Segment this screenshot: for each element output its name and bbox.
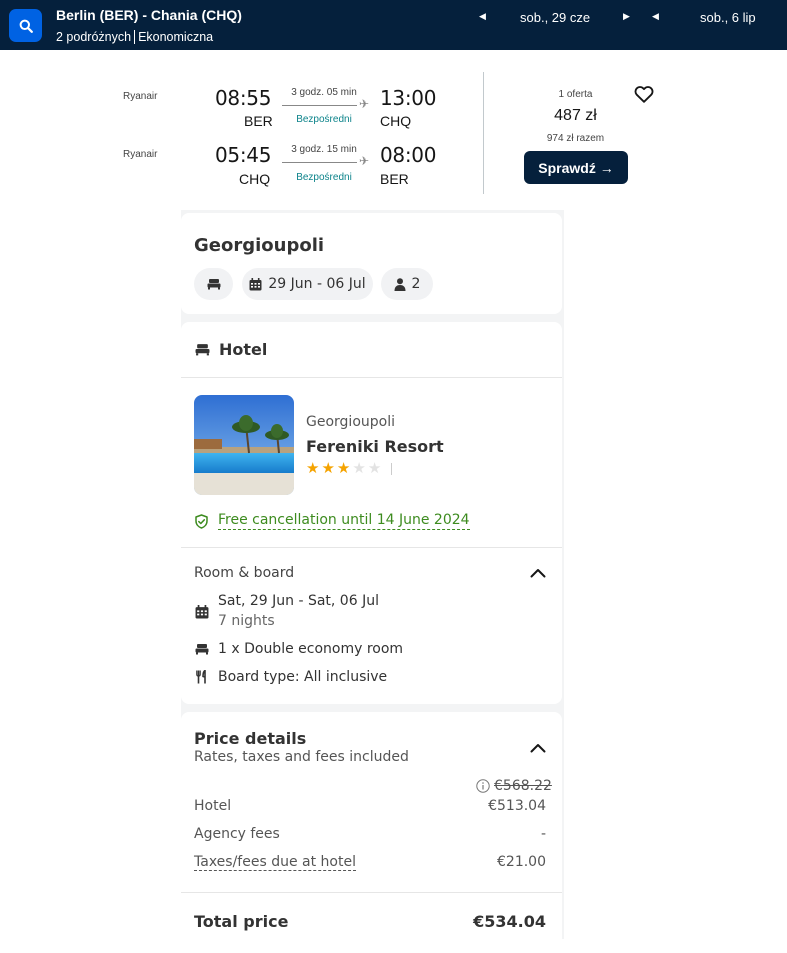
chip-dates: 29 Jun - 06 Jul	[242, 268, 373, 300]
search-summary-bar: Berlin (BER) - Chania (CHQ) 2 podróżnych…	[0, 0, 787, 50]
inbound-arrival-airport: BER	[380, 171, 409, 187]
trip-details[interactable]: 2 podróżnych Ekonomiczna	[56, 30, 213, 44]
flight-result-card[interactable]: Ryanair 08:55 BER 3 godz. 05 min ✈ Bezpo…	[0, 50, 787, 210]
bed-icon	[195, 644, 209, 655]
stay-dates: Sat, 29 Jun - Sat, 06 Jul	[218, 593, 379, 609]
flight-price: 487 zł	[554, 107, 597, 124]
cabin-class: Ekonomiczna	[138, 30, 214, 44]
price-row-label: Hotel	[194, 798, 232, 814]
inbound-arrival-time: 08:00	[380, 143, 437, 167]
cutlery-icon	[196, 670, 206, 684]
inbound-departure-airport: CHQ	[239, 171, 271, 187]
star-filled-icon: ★	[321, 460, 335, 477]
depart-date[interactable]: sob., 29 cze	[520, 10, 590, 25]
calendar-icon	[195, 605, 209, 619]
inbound-duration: 3 godz. 15 min	[291, 144, 357, 155]
chevron-up-icon[interactable]	[530, 568, 546, 578]
star-empty-icon: ★	[352, 460, 366, 477]
outbound-departure-time: 08:55	[215, 86, 272, 110]
price-row-agency-fees: Agency fees -	[194, 826, 546, 842]
chip-guests: 2	[381, 268, 433, 300]
price-row-value: €513.04	[488, 798, 546, 814]
hotel-location: Georgioupoli	[306, 414, 395, 430]
divider	[181, 377, 562, 378]
person-icon	[394, 277, 406, 291]
board-type: Board type: All inclusive	[218, 669, 388, 685]
bed-icon	[195, 344, 210, 356]
original-price-group: €568.22	[476, 778, 552, 794]
search-icon	[19, 19, 33, 33]
outbound-stops: Bezpośredni	[296, 114, 352, 125]
info-icon[interactable]	[476, 779, 490, 793]
price-details-subtitle: Rates, taxes and fees included	[194, 749, 409, 765]
total-price-label: Total price	[194, 912, 289, 931]
return-date[interactable]: sob., 6 lip	[700, 10, 756, 25]
calendar-icon	[249, 277, 262, 290]
shield-check-icon	[195, 514, 208, 529]
price-row-value: -	[540, 826, 546, 842]
chip-hotel	[194, 268, 233, 300]
route-line	[282, 162, 357, 163]
price-row-taxes: Taxes/fees due at hotel €21.00	[194, 854, 546, 871]
star-filled-icon: ★	[306, 460, 320, 477]
outbound-departure-airport: BER	[244, 113, 273, 129]
price-details-title: Price details	[194, 729, 307, 748]
route-title[interactable]: Berlin (BER) - Chania (CHQ)	[56, 7, 242, 23]
plane-icon: ✈	[359, 154, 370, 168]
divider	[391, 462, 393, 475]
package-details-panel: Georgioupoli 29 Jun - 06 Jul 2 Hotel Geo…	[181, 210, 564, 939]
price-row-value: €21.00	[497, 854, 546, 870]
flight-total-price: 974 zł razem	[546, 133, 605, 144]
trip-summary-card: Georgioupoli 29 Jun - 06 Jul 2	[181, 213, 562, 314]
prev-depart-date-button[interactable]: ◀	[479, 11, 486, 22]
hotel-star-rating: ★ ★ ★ ★ ★	[306, 460, 393, 477]
hotel-card: Hotel Georgioupoli Fereniki Resort ★ ★ ★…	[181, 322, 562, 704]
offers-count: 1 oferta	[558, 89, 593, 100]
original-price: €568.22	[494, 778, 552, 794]
search-button[interactable]	[9, 9, 42, 42]
chevron-up-icon[interactable]	[530, 743, 546, 753]
price-row-hotel: Hotel €513.04	[194, 798, 546, 814]
destination-title: Georgioupoli	[194, 235, 325, 256]
chip-guests-label: 2	[411, 276, 421, 292]
inbound-stops: Bezpośredni	[296, 172, 352, 183]
next-depart-date-button[interactable]: ▶	[623, 11, 630, 22]
room-type: 1 x Double economy room	[218, 641, 404, 657]
stay-nights: 7 nights	[218, 613, 275, 629]
hotel-section-title: Hotel	[219, 340, 268, 359]
plane-icon: ✈	[359, 97, 370, 111]
room-board-title: Room & board	[194, 565, 295, 581]
divider	[483, 72, 484, 194]
total-price-value: €534.04	[473, 912, 546, 931]
star-empty-icon: ★	[367, 460, 382, 477]
divider	[134, 30, 136, 44]
taxes-info-link[interactable]: Taxes/fees due at hotel	[194, 854, 356, 871]
divider	[181, 547, 562, 548]
inbound-airline: Ryanair	[123, 149, 158, 160]
check-deal-button[interactable]: Sprawdź →	[524, 151, 628, 184]
divider	[181, 892, 562, 893]
price-details-card: Price details Rates, taxes and fees incl…	[181, 712, 562, 939]
hotel-photo[interactable]	[194, 395, 294, 495]
outbound-arrival-time: 13:00	[380, 86, 437, 110]
price-row-label: Agency fees	[194, 826, 280, 842]
outbound-arrival-airport: CHQ	[380, 113, 412, 129]
outbound-duration: 3 godz. 05 min	[291, 87, 357, 98]
travellers-count: 2 podróżnych	[56, 30, 132, 44]
route-line	[282, 105, 357, 106]
hotel-name[interactable]: Fereniki Resort	[306, 437, 444, 456]
total-price-row: Total price €534.04	[194, 912, 546, 931]
bed-icon	[207, 279, 220, 290]
chip-dates-label: 29 Jun - 06 Jul	[268, 276, 366, 292]
inbound-departure-time: 05:45	[215, 143, 272, 167]
heart-icon[interactable]	[633, 83, 655, 105]
outbound-airline: Ryanair	[123, 91, 158, 102]
prev-return-date-button[interactable]: ◀	[652, 11, 659, 22]
chevron-up-icon[interactable]	[530, 943, 546, 953]
free-cancellation-link[interactable]: Free cancellation until 14 June 2024	[218, 512, 470, 530]
star-filled-icon: ★	[336, 460, 351, 477]
